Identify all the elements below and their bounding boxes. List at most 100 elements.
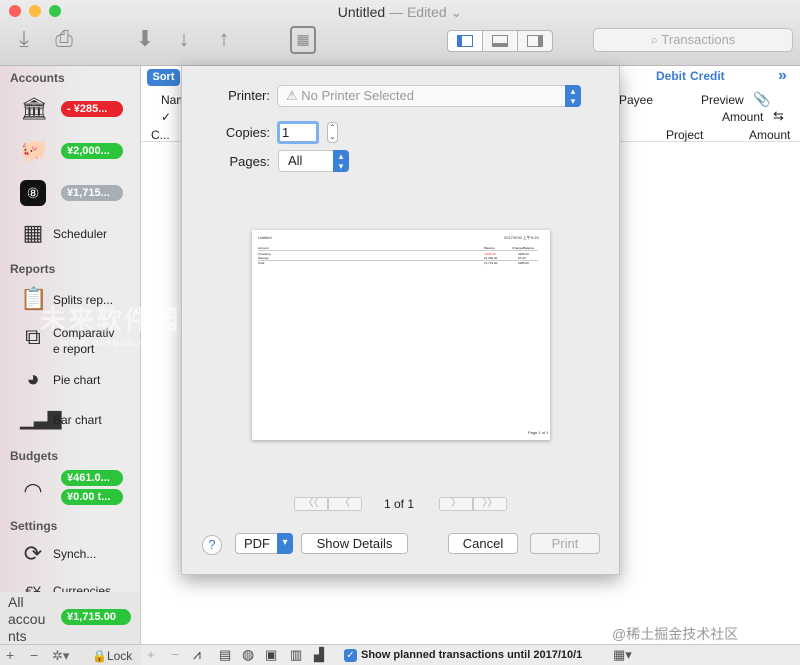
pages-label: Pages: [229, 154, 270, 169]
sort-button[interactable]: Sort [147, 69, 180, 86]
remove-icon[interactable]: − [171, 647, 179, 662]
column-payee[interactable]: Payee [619, 93, 653, 107]
preview-col-change: Change/Balance [512, 246, 535, 250]
gauge-icon[interactable]: ◠ [20, 478, 46, 504]
printer-label: Printer: [228, 88, 270, 103]
pages-value: All [288, 153, 303, 168]
eight-ball-icon[interactable]: ⑧ [20, 180, 46, 206]
stepper-arrows-icon: ▴ ▾ [333, 150, 349, 172]
prev-page-button[interactable]: 〈 [328, 497, 362, 511]
column-preview[interactable]: Preview [701, 93, 744, 107]
first-page-button[interactable]: 〈〈 [294, 497, 328, 511]
left-panel-toggle[interactable] [447, 30, 483, 52]
pdf-label: PDF [244, 536, 270, 551]
download-circle-icon[interactable]: ⬇ [132, 28, 158, 50]
account-balance-badge[interactable]: - ¥285... [61, 101, 123, 117]
arrow-up-icon[interactable]: ↑ [212, 28, 236, 50]
paperclip-icon[interactable]: 📎 [753, 91, 770, 108]
pie-chart-icon[interactable]: ◕ [20, 366, 46, 392]
preview-total-label: Total [258, 261, 265, 265]
globe-icon[interactable]: ◍ [242, 646, 254, 663]
window-titlebar: Untitled — Edited ⌄ ⤓ ⎙ ⬇ ↓ ↑ ▦ ⌕ Transa… [0, 0, 800, 66]
column-amount[interactable]: Amount [749, 128, 790, 142]
pages-select[interactable]: All ▴ ▾ [278, 150, 349, 172]
print-button[interactable]: Print [530, 533, 600, 554]
bottom-layout-icon [492, 35, 508, 47]
budget-badge[interactable]: ¥461.0... [61, 470, 123, 486]
expand-icon[interactable]: » [778, 67, 787, 85]
preview-title: Untitled [258, 235, 272, 240]
accounts-header: Accounts [10, 71, 65, 85]
pdf-menu-button[interactable]: PDF ▾ [235, 533, 293, 554]
lock-button[interactable]: 🔒Lock [92, 649, 132, 663]
column-amount[interactable]: Amount [722, 110, 763, 124]
preview-total-change: ¥285.00 [518, 261, 529, 265]
preview-col-balance: Balance [484, 246, 495, 250]
budgets-header: Budgets [10, 449, 58, 463]
report-item[interactable]: Pie chart [53, 373, 100, 387]
window-title: Untitled — Edited ⌄ [0, 4, 800, 21]
help-button[interactable]: ? [202, 535, 222, 555]
id-card-icon[interactable]: ▣ [265, 647, 277, 663]
arrow-down-icon[interactable]: ↓ [172, 28, 196, 50]
budget-badge[interactable]: ¥0.00 t... [61, 489, 123, 505]
column-c[interactable]: C... [151, 128, 170, 142]
show-planned-checkbox[interactable]: ✓ [344, 649, 357, 662]
swap-icon[interactable]: ⇆ [773, 108, 784, 124]
column-project[interactable]: Project [666, 128, 703, 142]
search-field[interactable]: ⌕ Transactions [593, 28, 793, 52]
print-dialog: Printer: ⚠ No Printer Selected ▴ ▾ Copies… [181, 66, 620, 575]
watermark-url: www.orsoon.com [60, 337, 166, 349]
bank-icon[interactable]: 🏛 [20, 96, 48, 122]
calendar-icon[interactable]: ▦ [20, 220, 46, 246]
document-icon[interactable]: ▤ [219, 647, 231, 663]
chevron-down-icon: ▾ [277, 533, 293, 554]
preview-page-footer: Page 1 of 1 [528, 430, 549, 435]
settings-header: Settings [10, 519, 58, 533]
sidebar-layout-icon [457, 35, 473, 47]
sync-icon[interactable]: ⟳ [20, 541, 46, 567]
print-icon[interactable]: ⎙ [50, 28, 78, 50]
piggy-bank-icon[interactable]: 🐖 [20, 138, 47, 164]
lock-label: Lock [106, 649, 133, 663]
bar-chart-icon[interactable]: ▁▃▇ [20, 406, 62, 432]
last-page-button[interactable]: 〉〉 [473, 497, 507, 511]
account-balance-badge[interactable]: ¥2,000... [61, 143, 123, 159]
page-preview: Untitled 2017/9/30 上午9:29 Account Balanc… [252, 230, 550, 440]
preview-header-row: Account Balance Change/Balance [258, 246, 538, 251]
bottom-toolbar: + − ⩘ ▤ ◍ ▣ ▥ ▟ ✓ Show planned transacti… [141, 644, 800, 665]
calculator-icon[interactable]: ▦ [290, 26, 316, 54]
edited-indicator[interactable]: — Edited ⌄ [389, 4, 462, 20]
copies-stepper[interactable]: ⌃ ⌄ [327, 122, 338, 143]
report-item[interactable]: Bar chart [53, 413, 102, 427]
account-balance-badge[interactable]: ¥1,715... [61, 185, 123, 201]
sidebar: Accounts 🏛 - ¥285... 🐖 ¥2,000... ⑧ ¥1,71… [0, 66, 141, 665]
copies-input[interactable]: 1 [277, 121, 319, 144]
all-accounts-balance: ¥1,715.00 [61, 609, 131, 625]
show-details-button[interactable]: Show Details [301, 533, 408, 554]
column-debit[interactable]: Debit [656, 69, 686, 83]
add-icon[interactable]: + [6, 647, 14, 663]
scheduler-item[interactable]: Scheduler [53, 227, 107, 241]
remove-icon[interactable]: − [30, 647, 38, 663]
next-page-button[interactable]: 〉 [439, 497, 473, 511]
stats-icon[interactable]: ▟ [314, 647, 324, 663]
all-accounts-row[interactable]: All accou nts ¥1,715.00 [0, 592, 140, 644]
all-accounts-label: All accou nts [8, 594, 46, 644]
watermark-text: 未来软件园 [40, 305, 181, 335]
preview-date: 2017/9/30 上午9:29 [504, 235, 539, 240]
printer-select[interactable]: ⚠ No Printer Selected ▴ ▾ [277, 85, 581, 107]
bars-icon[interactable]: ▥ [290, 647, 302, 663]
cancel-button[interactable]: Cancel [448, 533, 518, 554]
table-options-icon[interactable]: ▦▾ [613, 647, 632, 663]
check-icon[interactable]: ✓ [161, 110, 171, 124]
right-panel-toggle[interactable] [517, 30, 553, 52]
line-chart-icon[interactable]: ⩘ [193, 646, 201, 663]
import-icon[interactable]: ⤓ [10, 28, 38, 50]
column-credit[interactable]: Credit [690, 69, 725, 83]
settings-item[interactable]: Synch... [53, 547, 96, 561]
sidebar-footer: + − ✲▾ 🔒Lock [0, 644, 141, 665]
gear-icon[interactable]: ✲▾ [52, 648, 69, 664]
add-icon[interactable]: + [147, 647, 155, 662]
bottom-panel-toggle[interactable] [482, 30, 518, 52]
